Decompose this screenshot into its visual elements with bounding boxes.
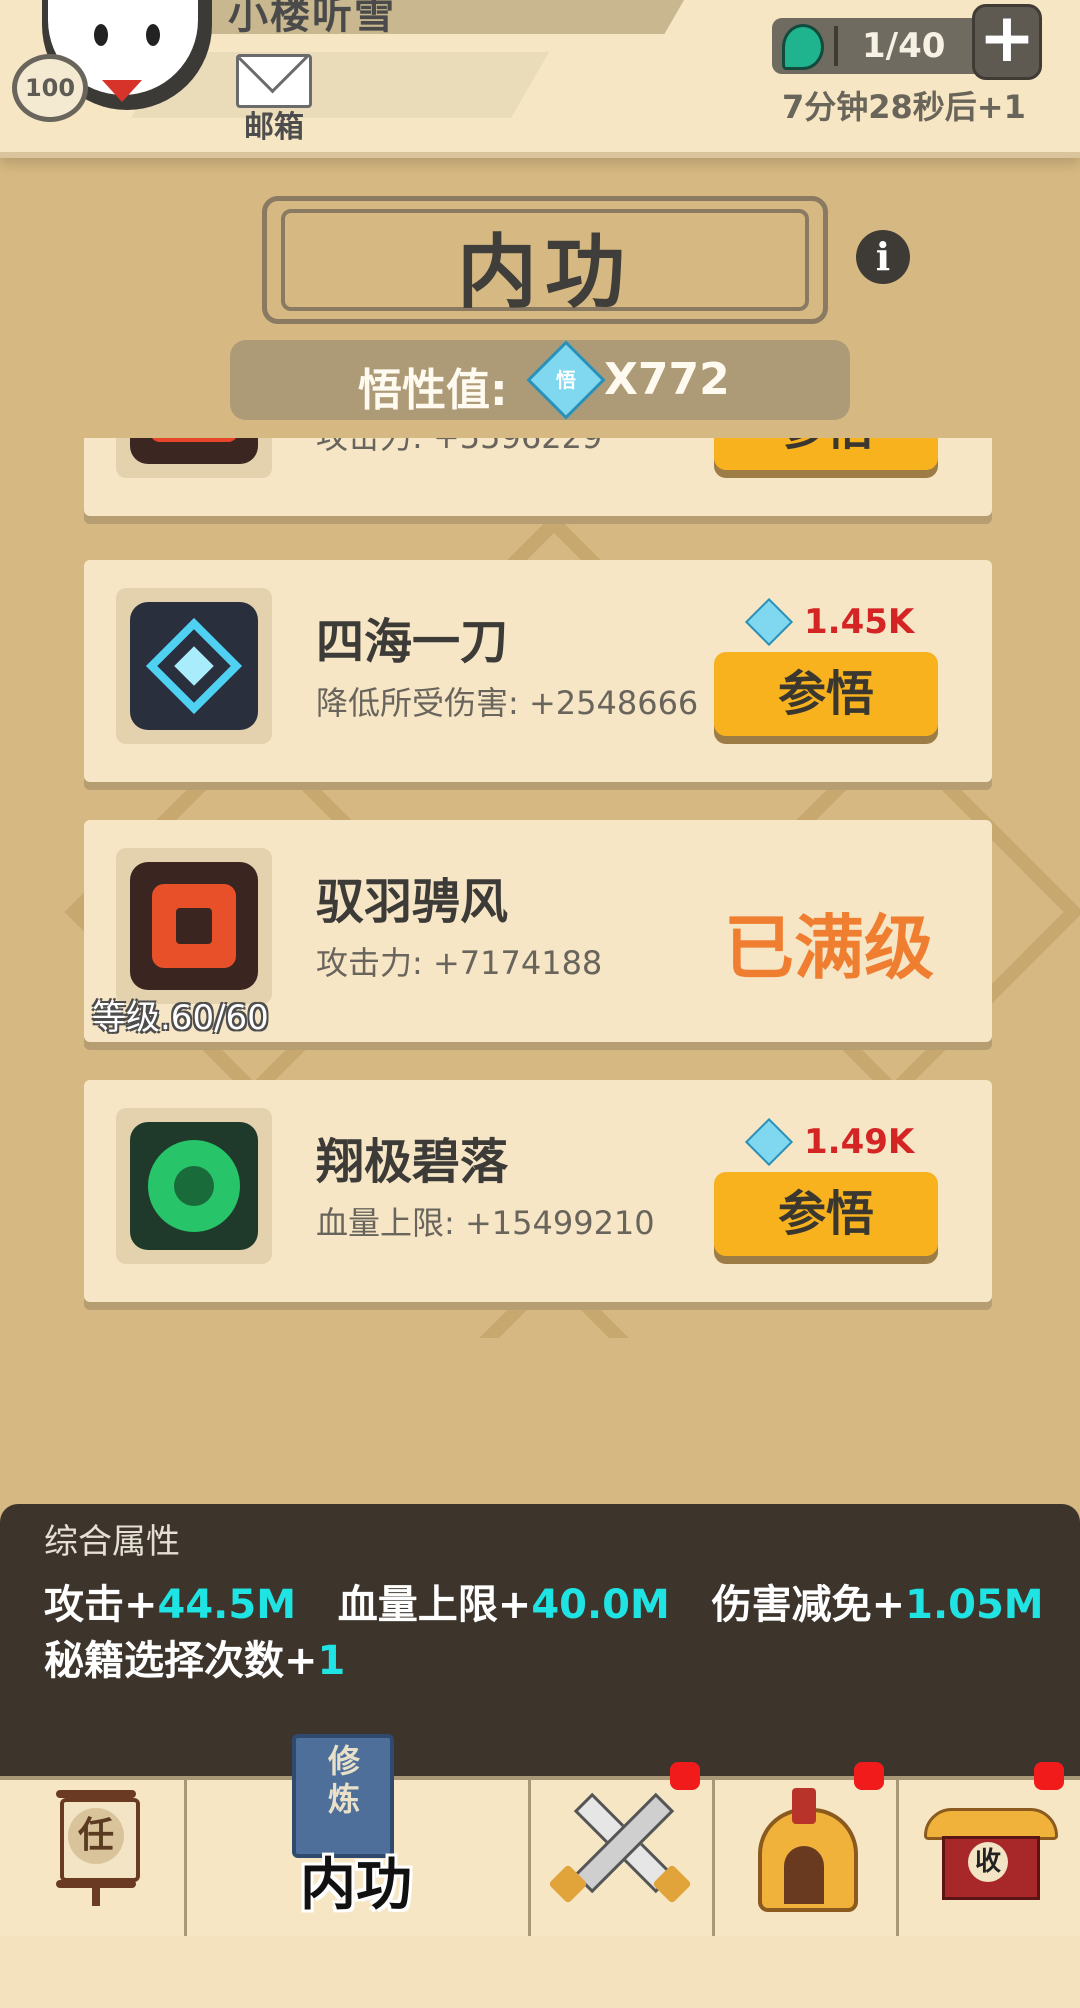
stats-title: 综合属性 bbox=[44, 1522, 180, 1562]
skill-card: 驭羽骋风 攻击力: +7174188 已满级 等级.60/60 bbox=[84, 820, 992, 1042]
nav-neigong[interactable]: 修炼 内功 bbox=[184, 1734, 531, 1936]
avatar-eye-left bbox=[94, 24, 108, 46]
secret-choice-label: 秘籍选择次数+ bbox=[44, 1638, 318, 1684]
book-text: 修炼 bbox=[327, 1742, 360, 1818]
skill-cost: 1.49K bbox=[744, 1117, 1032, 1167]
comprehend-button[interactable]: 参悟 bbox=[714, 652, 938, 736]
cost-value: 1.45K bbox=[804, 602, 915, 642]
shop-char: 收 bbox=[968, 1842, 1008, 1882]
skill-icon-frame bbox=[116, 438, 272, 478]
secret-choice-value: 1 bbox=[317, 1638, 346, 1684]
comprehend-button[interactable]: 参悟 bbox=[714, 1172, 938, 1256]
nav-battle[interactable] bbox=[528, 1762, 715, 1936]
skill-attribute: 攻击力: +7174188 bbox=[316, 944, 603, 982]
nav-equipment[interactable] bbox=[712, 1762, 899, 1936]
top-bar: 小楼听雪 100 邮箱 1/40 + 7分钟28秒后+1 bbox=[0, 0, 1080, 158]
avatar-eye-right bbox=[146, 24, 160, 46]
notification-dot bbox=[670, 1762, 700, 1790]
skill-name: 驭羽骋风 bbox=[316, 874, 509, 930]
skill-card: 四海一刀 降低所受伤害: +2548666 1.45K 参悟 bbox=[84, 560, 992, 782]
comprehend-button[interactable]: 参悟 bbox=[714, 438, 938, 470]
wuxing-gem-char: 悟 bbox=[556, 368, 576, 392]
task-char: 任 bbox=[68, 1808, 124, 1864]
wuxing-label: 悟性值: bbox=[358, 365, 508, 416]
nav-task[interactable]: 任 bbox=[0, 1780, 187, 1936]
page-title: 内功 bbox=[457, 226, 633, 319]
nav-shop[interactable]: 收 bbox=[896, 1762, 1080, 1936]
fire-rune-icon bbox=[130, 438, 258, 464]
energy-timer: 7分钟28秒后+1 bbox=[782, 88, 1026, 126]
skill-icon-frame bbox=[116, 848, 272, 1004]
green-swirl-icon bbox=[130, 1122, 258, 1250]
energy-gem-icon bbox=[782, 24, 824, 70]
attack-label: 攻击+ bbox=[44, 1582, 158, 1628]
bottom-nav: 任 修炼 内功 收 bbox=[0, 1734, 1080, 1940]
envelope-icon bbox=[236, 54, 312, 108]
skill-icon-frame bbox=[116, 1108, 272, 1264]
notification-dot bbox=[854, 1762, 884, 1790]
cost-value: 1.49K bbox=[804, 1122, 915, 1162]
info-icon[interactable]: i bbox=[856, 230, 910, 284]
wuxing-gem-icon bbox=[744, 597, 794, 647]
red-flame-rune-icon bbox=[130, 862, 258, 990]
player-level-badge: 100 bbox=[12, 54, 88, 122]
hp-value: 40.0M bbox=[531, 1582, 670, 1628]
energy-divider bbox=[834, 26, 838, 66]
energy-value: 1/40 bbox=[862, 26, 946, 66]
skill-attribute: 攻击力: +5596229 bbox=[316, 438, 602, 458]
skill-name: 翔极碧落 bbox=[316, 1134, 509, 1190]
skill-icon-frame bbox=[116, 588, 272, 744]
mail-label: 邮箱 bbox=[244, 110, 304, 145]
skill-list[interactable]: 攻击力: +5596229 参悟 四海一刀 降低所受伤害: +2548666 1… bbox=[0, 438, 1080, 1338]
damage-reduction-label: 伤害减免+ bbox=[711, 1582, 906, 1628]
stats-line-2: 秘籍选择次数+1 bbox=[44, 1628, 345, 1686]
skill-attribute: 血量上限: +15499210 bbox=[316, 1204, 655, 1242]
max-level-label: 已满级 bbox=[724, 907, 934, 989]
attack-value: 44.5M bbox=[157, 1582, 297, 1628]
skill-card: 攻击力: +5596229 参悟 bbox=[84, 438, 992, 516]
skill-name: 四海一刀 bbox=[316, 614, 509, 670]
notification-dot bbox=[1034, 1762, 1064, 1790]
player-name: 小楼听雪 bbox=[228, 0, 396, 38]
damage-reduction-value: 1.05M bbox=[905, 1582, 1044, 1628]
stats-line-1: 攻击+44.5M 血量上限+40.0M 伤害减免+1.05M bbox=[44, 1572, 1044, 1630]
wuxing-value: X772 bbox=[604, 354, 730, 405]
mail-button[interactable]: 邮箱 bbox=[236, 54, 312, 146]
skill-level: 等级.60/60 bbox=[92, 998, 269, 1038]
nav-active-label: 内功 bbox=[300, 1853, 412, 1918]
bottom-spacer bbox=[0, 1936, 1080, 2008]
combined-stats-panel: 综合属性 攻击+44.5M 血量上限+40.0M 伤害减免+1.05M 秘籍选择… bbox=[0, 1504, 1080, 1776]
skill-cost: 1.45K bbox=[744, 597, 1032, 647]
add-energy-button[interactable]: + bbox=[972, 4, 1042, 80]
skill-attribute: 降低所受伤害: +2548666 bbox=[316, 684, 699, 722]
blue-shield-rune-icon bbox=[130, 602, 258, 730]
wuxing-gem-icon bbox=[744, 1117, 794, 1167]
hp-label: 血量上限+ bbox=[337, 1582, 532, 1628]
avatar-tie bbox=[102, 80, 142, 102]
skill-card: 翔极碧落 血量上限: +15499210 1.49K 参悟 bbox=[84, 1080, 992, 1302]
